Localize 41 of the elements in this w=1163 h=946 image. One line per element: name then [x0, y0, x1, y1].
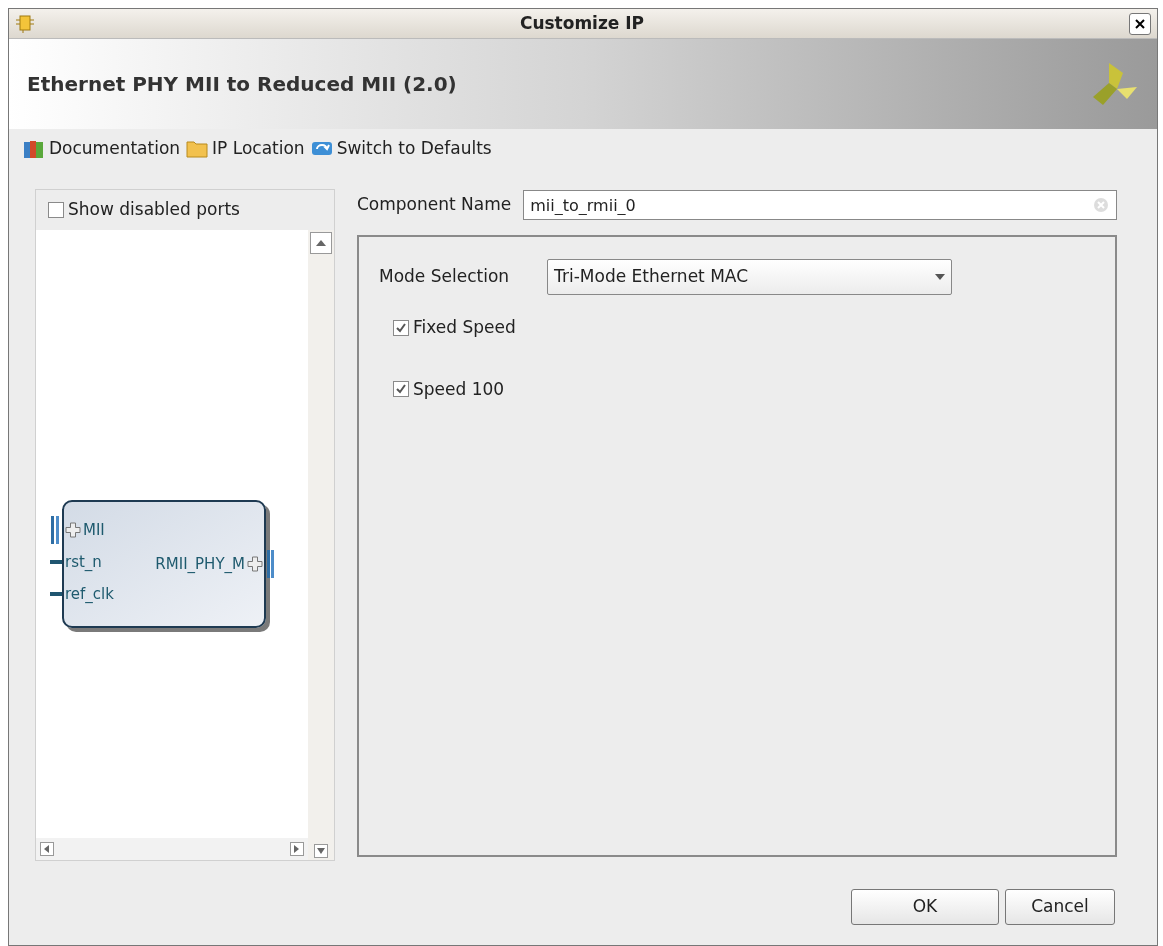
scroll-up-button[interactable] [310, 232, 332, 254]
toolbar-button[interactable]: IP Location [186, 136, 305, 162]
up-arrow-icon [316, 240, 326, 246]
checkbox[interactable] [393, 381, 409, 398]
field-label: Mode Selection [379, 265, 510, 289]
ip-title: Ethernet PHY MII to Reduced MII (2.0) [27, 71, 458, 98]
plus-icon[interactable] [65, 522, 81, 538]
scroll-left-button[interactable] [40, 842, 54, 856]
mode-dropdown[interactable]: Tri-Mode Ethernet MAC [547, 259, 953, 295]
toolbar-button[interactable]: Switch to Defaults [310, 136, 492, 162]
toolbar-button[interactable]: Documentation [23, 136, 181, 162]
wire-port-icon [50, 560, 62, 564]
checkbox-label: Speed 100 [413, 377, 505, 401]
close-icon [1135, 18, 1145, 29]
window-title: Customize IP [518, 11, 646, 35]
caret-icon [935, 274, 946, 280]
port-label: ref_clk [65, 583, 114, 605]
checkbox-label: Show disabled ports [68, 198, 240, 222]
component-name-field[interactable]: mii_to_rmii_0 [523, 190, 1117, 220]
scroll-right-button[interactable] [290, 842, 304, 856]
close-button[interactable] [1129, 12, 1151, 35]
field-label: Component Name [357, 193, 512, 217]
bus-port-icon [50, 516, 62, 544]
scroll-down-button[interactable] [314, 844, 328, 858]
folder-icon [186, 139, 209, 159]
port-label: MII [83, 519, 105, 541]
books-icon [23, 138, 45, 160]
app-icon [15, 13, 35, 34]
logo-icon [1091, 61, 1139, 107]
wire-port-icon [50, 592, 62, 596]
left-arrow-icon [44, 845, 50, 853]
checkbox[interactable] [48, 202, 64, 218]
plus-icon[interactable] [247, 556, 263, 572]
down-arrow-icon [317, 848, 325, 854]
port-label: RMII_PHY_M [155, 553, 245, 575]
right-arrow-icon [294, 845, 300, 853]
checkbox[interactable] [393, 319, 409, 336]
dialog-button[interactable]: OK [851, 889, 999, 925]
port-label: rst_n [65, 551, 102, 573]
dialog-button[interactable]: Cancel [1005, 889, 1115, 925]
checkbox-label: Fixed Speed [413, 316, 516, 339]
